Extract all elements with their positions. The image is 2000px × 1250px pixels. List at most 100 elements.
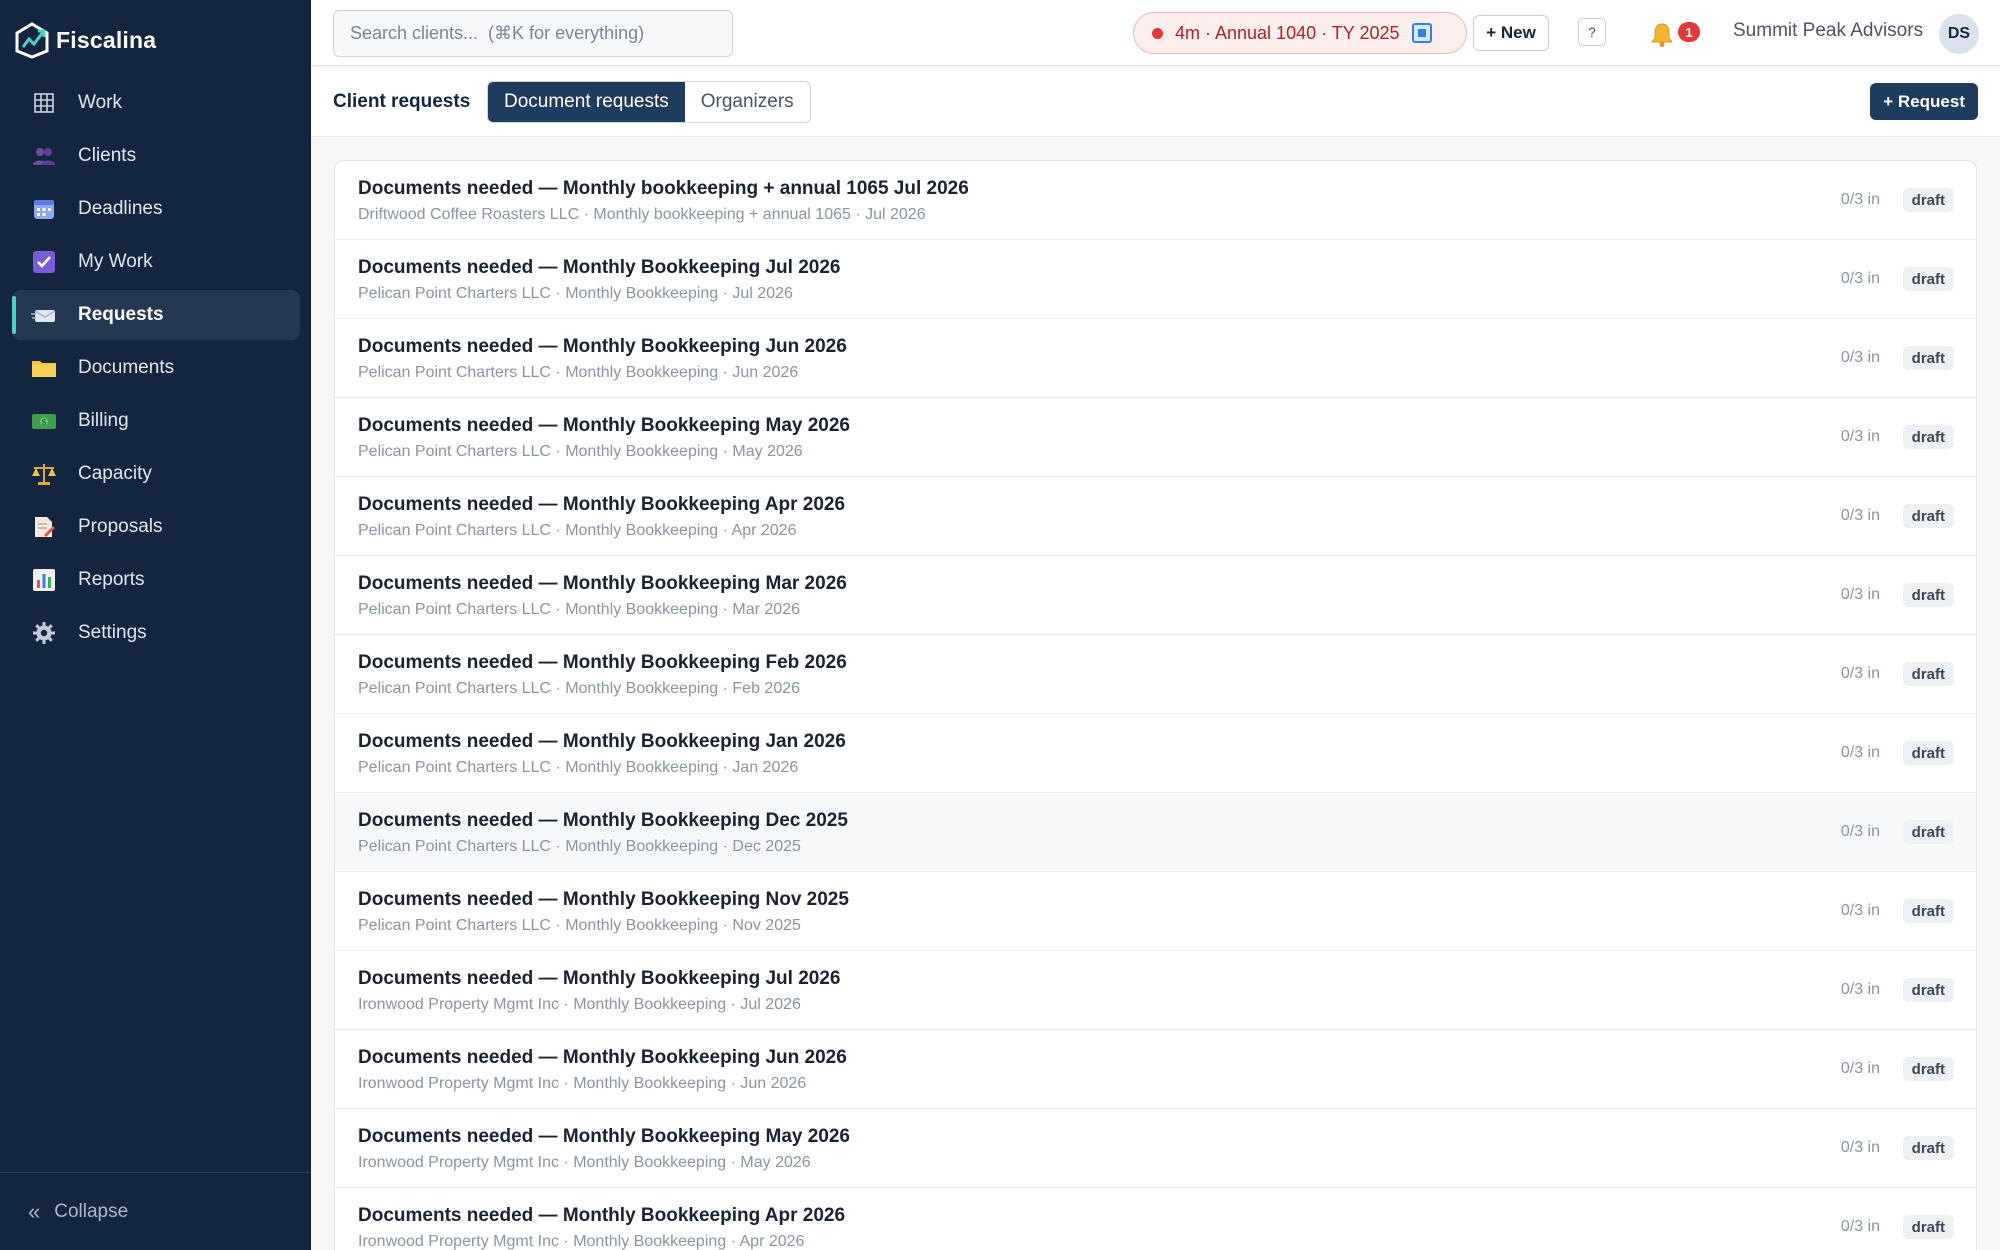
received-count: 0/3 in <box>1840 349 1880 366</box>
sidebar-item-work[interactable]: Work <box>12 78 300 128</box>
search-input[interactable] <box>333 10 733 57</box>
status-badge: draft <box>1902 1215 1954 1239</box>
received-count: 0/3 in <box>1840 1139 1880 1156</box>
status-badge: draft <box>1902 662 1954 686</box>
request-row[interactable]: Documents needed — Monthly bookkeeping +… <box>335 161 1976 240</box>
request-row[interactable]: Documents needed — Monthly Bookkeeping A… <box>335 477 1976 556</box>
request-subtitle: Ironwood Property Mgmt Inc · Monthly Boo… <box>358 996 801 1013</box>
request-row[interactable]: Documents needed — Monthly Bookkeeping J… <box>335 240 1976 319</box>
svg-text:$: $ <box>42 418 47 427</box>
sidebar-item-label: Capacity <box>78 463 152 484</box>
request-subtitle: Pelican Point Charters LLC · Monthly Boo… <box>358 759 799 776</box>
status-badge: draft <box>1902 267 1954 291</box>
sidebar-item-label: Clients <box>78 145 137 166</box>
status-badge: draft <box>1902 188 1954 212</box>
status-badge: draft <box>1902 504 1954 528</box>
status-badge: draft <box>1902 1136 1954 1160</box>
request-title: Documents needed — Monthly Bookkeeping J… <box>358 336 847 357</box>
brand[interactable]: Fiscalina <box>14 18 156 62</box>
received-count: 0/3 in <box>1840 665 1880 682</box>
request-subtitle: Driftwood Coffee Roasters LLC · Monthly … <box>358 206 926 223</box>
request-title: Documents needed — Monthly Bookkeeping J… <box>358 731 846 752</box>
request-subtitle: Ironwood Property Mgmt Inc · Monthly Boo… <box>358 1154 811 1171</box>
sidebar-item-proposals[interactable]: Proposals <box>12 502 300 552</box>
bell-icon[interactable] <box>1649 20 1675 48</box>
add-request-button[interactable]: + Request <box>1870 83 1978 120</box>
request-row[interactable]: Documents needed — Monthly Bookkeeping A… <box>335 1188 1976 1250</box>
request-row[interactable]: Documents needed — Monthly Bookkeeping J… <box>335 1030 1976 1109</box>
subheader: Client requests Document requests Organi… <box>311 67 2000 137</box>
sidebar-item-my-work[interactable]: My Work <box>12 237 300 287</box>
collapse-button[interactable]: « Collapse <box>0 1172 311 1250</box>
status-badge: draft <box>1902 583 1954 607</box>
sidebar-item-capacity[interactable]: Capacity <box>12 449 300 499</box>
request-title: Documents needed — Monthly bookkeeping +… <box>358 178 969 199</box>
request-subtitle: Pelican Point Charters LLC · Monthly Boo… <box>358 364 799 381</box>
users-icon <box>30 142 58 170</box>
status-badge: draft <box>1902 899 1954 923</box>
request-title: Documents needed — Monthly Bookkeeping M… <box>358 573 847 594</box>
new-button[interactable]: + New <box>1473 15 1549 51</box>
sidebar: Fiscalina Work Clients Deadlines My Work Req… <box>0 0 311 1250</box>
received-count: 0/3 in <box>1840 428 1880 445</box>
request-row[interactable]: Documents needed — Monthly Bookkeeping J… <box>335 951 1976 1030</box>
request-row[interactable]: Documents needed — Monthly Bookkeeping D… <box>335 793 1976 872</box>
request-subtitle: Pelican Point Charters LLC · Monthly Boo… <box>358 838 801 855</box>
sidebar-item-documents[interactable]: Documents <box>12 343 300 393</box>
request-list: Documents needed — Monthly bookkeeping +… <box>334 160 1977 1250</box>
request-row[interactable]: Documents needed — Monthly Bookkeeping M… <box>335 398 1976 477</box>
sidebar-nav: Work Clients Deadlines My Work Requests Docum… <box>12 78 300 661</box>
request-title: Documents needed — Monthly Bookkeeping N… <box>358 889 849 910</box>
checkbox-icon <box>30 248 58 276</box>
document-pen-icon <box>30 513 58 541</box>
inbox-icon <box>30 301 58 329</box>
request-subtitle: Pelican Point Charters LLC · Monthly Boo… <box>358 285 793 302</box>
tab-organizers[interactable]: Organizers <box>685 82 810 122</box>
grid-icon <box>30 89 58 117</box>
sidebar-item-deadlines[interactable]: Deadlines <box>12 184 300 234</box>
folder-icon <box>30 354 58 382</box>
request-subtitle: Pelican Point Charters LLC · Monthly Boo… <box>358 601 800 618</box>
received-count: 0/3 in <box>1840 270 1880 287</box>
request-subtitle: Ironwood Property Mgmt Inc · Monthly Boo… <box>358 1233 805 1250</box>
received-count: 0/3 in <box>1840 507 1880 524</box>
request-row[interactable]: Documents needed — Monthly Bookkeeping M… <box>335 556 1976 635</box>
collapse-label: Collapse <box>54 1200 129 1222</box>
sidebar-item-label: Reports <box>78 569 145 590</box>
sidebar-item-settings[interactable]: Settings <box>12 608 300 658</box>
request-row[interactable]: Documents needed — Monthly Bookkeeping M… <box>335 1109 1976 1188</box>
sidebar-item-reports[interactable]: Reports <box>12 555 300 605</box>
received-count: 0/3 in <box>1840 744 1880 761</box>
request-row[interactable]: Documents needed — Monthly Bookkeeping J… <box>335 714 1976 793</box>
running-timer[interactable]: 4m · Annual 1040 · TY 2025 <box>1133 12 1467 54</box>
received-count: 0/3 in <box>1840 191 1880 208</box>
request-row[interactable]: Documents needed — Monthly Bookkeeping J… <box>335 319 1976 398</box>
sidebar-item-billing[interactable]: $ Billing <box>12 396 300 446</box>
app-name: Fiscalina <box>56 26 157 53</box>
money-icon: $ <box>30 407 58 435</box>
sidebar-item-label: Requests <box>78 304 164 325</box>
request-row[interactable]: Documents needed — Monthly Bookkeeping F… <box>335 635 1976 714</box>
org-name[interactable]: Summit Peak Advisors <box>1733 20 1923 42</box>
status-badge: draft <box>1902 820 1954 844</box>
stop-icon[interactable] <box>1411 23 1432 43</box>
request-subtitle: Pelican Point Charters LLC · Monthly Boo… <box>358 917 801 934</box>
recording-dot-icon <box>1152 27 1163 39</box>
timer-text: 4m · Annual 1040 · TY 2025 <box>1175 22 1400 43</box>
status-badge: draft <box>1902 346 1954 370</box>
request-type-tabs: Document requests Organizers <box>487 81 811 123</box>
sidebar-item-requests[interactable]: Requests <box>12 290 300 340</box>
request-title: Documents needed — Monthly Bookkeeping M… <box>358 1126 850 1147</box>
sidebar-item-label: Settings <box>78 622 147 643</box>
status-badge: draft <box>1902 1057 1954 1081</box>
received-count: 0/3 in <box>1840 823 1880 840</box>
help-button[interactable]: ? <box>1578 18 1606 46</box>
request-row[interactable]: Documents needed — Monthly Bookkeeping N… <box>335 872 1976 951</box>
collapse-chevron-icon: « <box>28 1198 41 1224</box>
avatar[interactable]: DS <box>1939 14 1979 54</box>
sidebar-item-clients[interactable]: Clients <box>12 131 300 181</box>
tab-document-requests[interactable]: Document requests <box>488 82 685 122</box>
request-title: Documents needed — Monthly Bookkeeping A… <box>358 1205 846 1226</box>
received-count: 0/3 in <box>1840 902 1880 919</box>
status-badge: draft <box>1902 741 1954 765</box>
